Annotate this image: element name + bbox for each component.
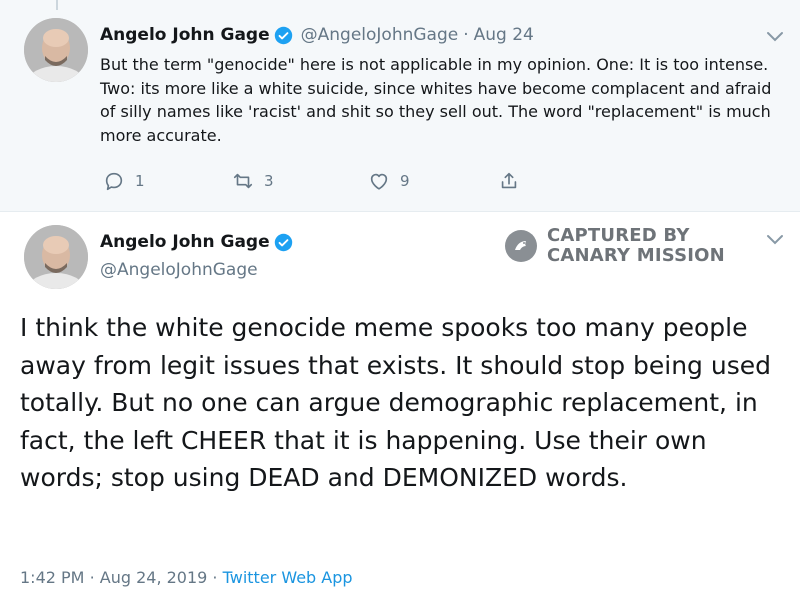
chevron-down-icon[interactable] — [766, 31, 784, 43]
verified-badge-icon — [274, 233, 293, 252]
verified-badge-icon — [274, 26, 293, 45]
share-button[interactable] — [498, 170, 530, 192]
watermark-line-1: CAPTURED BY — [547, 225, 690, 246]
tweet-time[interactable]: 1:42 PM — [20, 568, 84, 587]
tweet-meta: 1:42 PM · Aug 24, 2019 · Twitter Web App — [20, 568, 353, 587]
author-name[interactable]: Angelo John Gage — [100, 232, 270, 252]
chevron-down-icon[interactable] — [766, 234, 784, 246]
dot-separator: · — [89, 568, 95, 587]
tweet-text: But the term "genocide" here is not appl… — [100, 55, 772, 145]
tweet-text: I think the white genocide meme spooks t… — [20, 313, 771, 492]
author-name[interactable]: Angelo John Gage — [100, 25, 270, 45]
canary-mission-watermark: CAPTURED BY CANARY MISSION — [505, 226, 725, 266]
retweet-icon — [233, 173, 253, 189]
watermark-line-2: CANARY MISSION — [547, 245, 725, 266]
reply-button[interactable]: 1 — [103, 170, 145, 192]
main-tweet: Angelo John Gage @AngeloJohnGage CAPTURE… — [0, 212, 800, 613]
dot-separator: · — [212, 568, 218, 587]
dot-separator: · — [463, 25, 469, 45]
like-count: 9 — [400, 172, 410, 190]
reply-tweet[interactable]: Angelo John Gage @AngeloJohnGage · Aug 2… — [0, 0, 800, 212]
reply-icon — [105, 172, 123, 191]
thread-line — [56, 0, 58, 10]
retweet-count: 3 — [264, 172, 274, 190]
share-icon — [501, 172, 517, 189]
like-button[interactable]: 9 — [368, 170, 410, 192]
author-handle[interactable]: @AngeloJohnGage — [100, 260, 258, 280]
canary-bird-icon — [505, 230, 537, 262]
avatar[interactable] — [24, 225, 88, 289]
avatar[interactable] — [24, 18, 88, 82]
tweet-date[interactable]: Aug 24, 2019 — [100, 568, 208, 587]
retweet-button[interactable]: 3 — [232, 170, 274, 192]
like-icon — [370, 173, 388, 190]
tweet-date[interactable]: Aug 24 — [474, 25, 534, 45]
reply-count: 1 — [135, 172, 145, 190]
tweet-source-link[interactable]: Twitter Web App — [223, 568, 353, 587]
author-handle[interactable]: @AngeloJohnGage — [301, 25, 459, 45]
